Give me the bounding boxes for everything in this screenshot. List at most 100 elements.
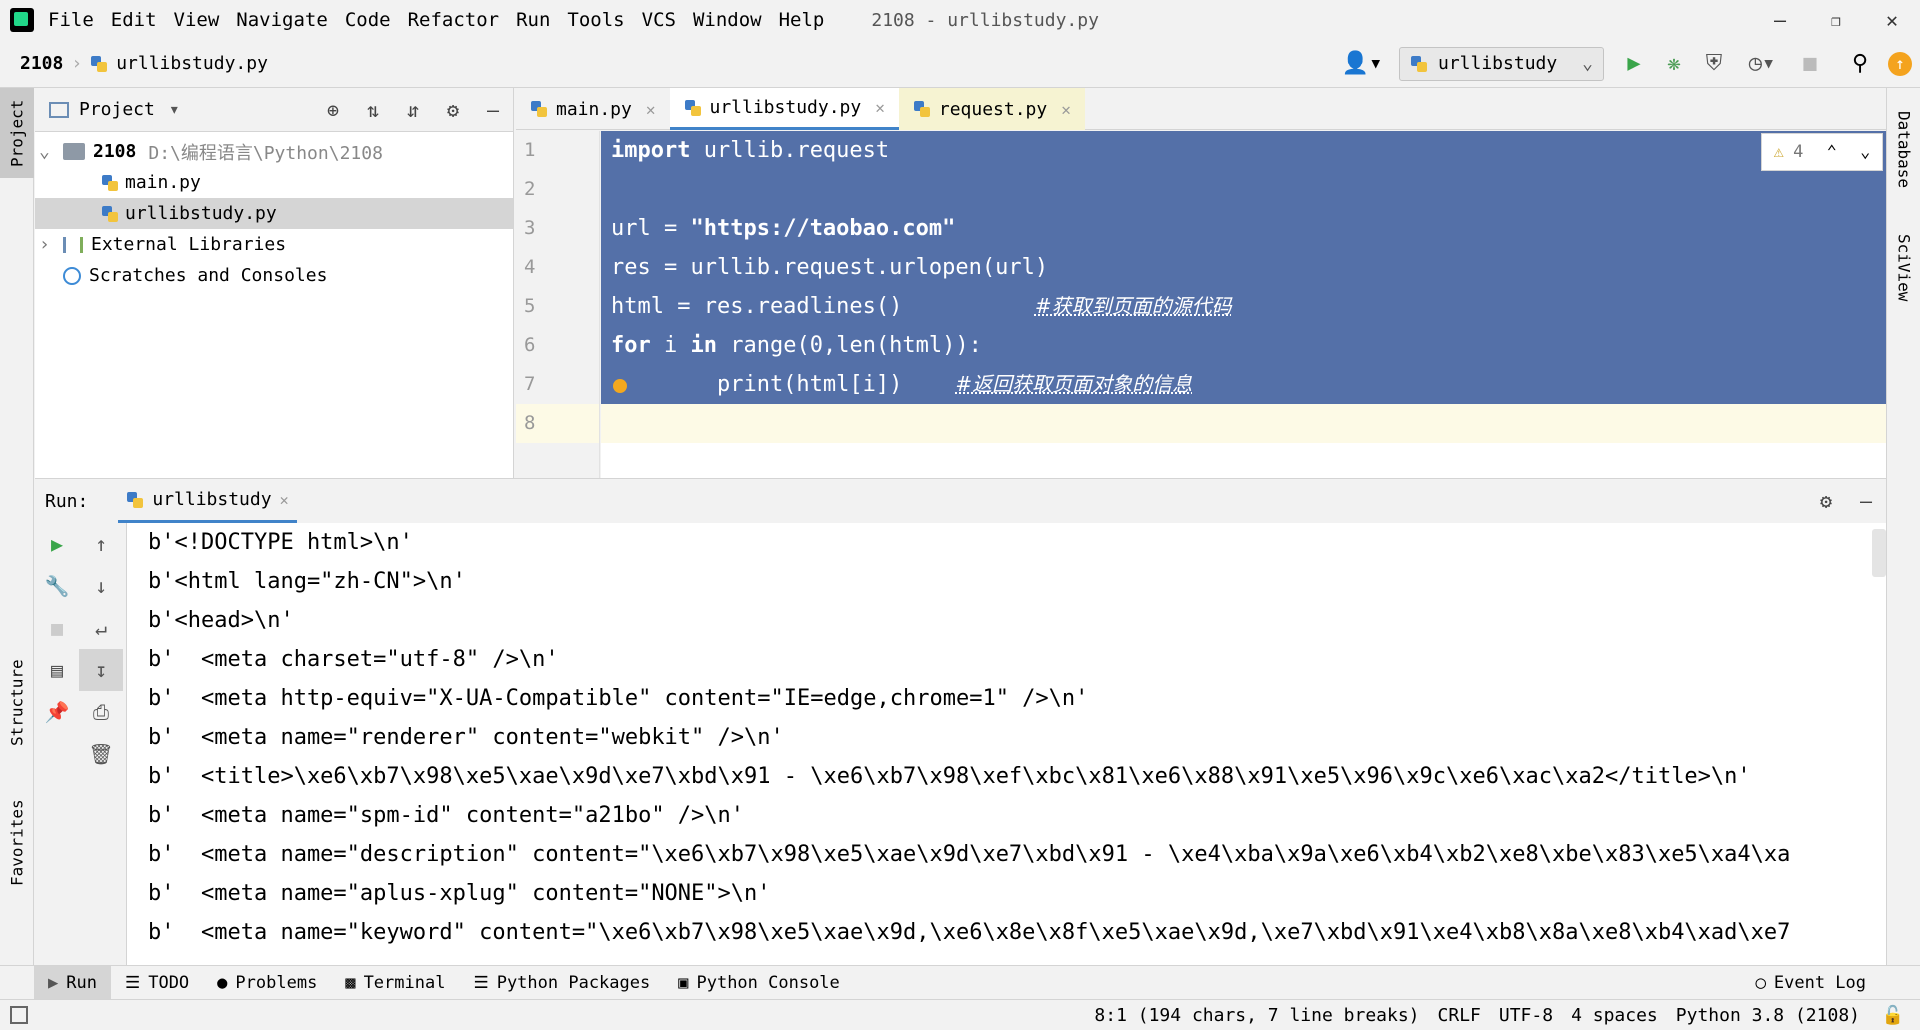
tab-label: urllibstudy.py bbox=[709, 97, 862, 118]
tree-root-folder[interactable]: ⌄ 2108 D:\编程语言\Python\2108 bbox=[35, 136, 513, 167]
layout-toggle-icon[interactable] bbox=[10, 1006, 28, 1024]
menu-help[interactable]: Help bbox=[779, 9, 825, 31]
line-number: 4 bbox=[524, 256, 536, 278]
run-tab[interactable]: urllibstudy ✕ bbox=[118, 479, 297, 523]
tab-urllibstudy-py[interactable]: urllibstudy.py ✕ bbox=[669, 88, 899, 130]
menu-code[interactable]: Code bbox=[345, 9, 391, 31]
tree-external-libraries[interactable]: › External Libraries bbox=[35, 229, 513, 260]
soft-wrap-icon[interactable]: ↵ bbox=[79, 607, 123, 649]
update-icon[interactable]: ↑ bbox=[1880, 44, 1920, 84]
tree-file-main[interactable]: main.py bbox=[35, 167, 513, 198]
line-separator[interactable]: CRLF bbox=[1438, 1005, 1481, 1026]
scroll-to-end-icon[interactable]: ↧ bbox=[79, 649, 123, 691]
code-editor[interactable]: import urllib.request url = "https://tao… bbox=[601, 131, 1886, 478]
chevron-down-icon[interactable]: ⌄ bbox=[39, 141, 63, 162]
minimize-button[interactable]: – bbox=[1752, 0, 1808, 40]
profile-icon[interactable]: ◷▾ bbox=[1734, 44, 1790, 84]
caret-position[interactable]: 8:1 (194 chars, 7 line breaks) bbox=[1094, 1005, 1419, 1026]
wrench-icon[interactable]: 🔧 bbox=[35, 565, 79, 607]
breadcrumb-project[interactable]: 2108 bbox=[20, 53, 63, 74]
stop-icon[interactable]: ■ bbox=[1790, 44, 1830, 84]
menu-edit[interactable]: Edit bbox=[111, 9, 157, 31]
arrow-down-icon[interactable]: ↓ bbox=[79, 565, 123, 607]
chevron-down-icon[interactable]: ▾ bbox=[169, 99, 180, 120]
debug-icon[interactable]: ❋ bbox=[1654, 44, 1694, 84]
close-window-button[interactable]: ✕ bbox=[1864, 0, 1920, 40]
inspection-widget[interactable]: ⚠ 4 ⌃ ⌄ bbox=[1761, 133, 1883, 171]
close-tab-icon[interactable]: ✕ bbox=[280, 491, 289, 509]
menu-refactor[interactable]: Refactor bbox=[408, 9, 500, 31]
database-tool-tab[interactable]: Database bbox=[1887, 100, 1920, 200]
tree-file-urllibstudy[interactable]: urllibstudy.py bbox=[35, 198, 513, 229]
menu-file[interactable]: File bbox=[48, 9, 94, 31]
run-icon[interactable]: ▶ bbox=[1614, 44, 1654, 84]
file-encoding[interactable]: UTF-8 bbox=[1499, 1005, 1553, 1026]
code-line[interactable]: import urllib.request bbox=[601, 131, 1886, 170]
user-icon[interactable]: 👤▾ bbox=[1337, 44, 1387, 84]
tree-scratches[interactable]: Scratches and Consoles bbox=[35, 260, 513, 291]
collapse-all-icon[interactable]: ⇵ bbox=[393, 90, 433, 130]
hide-icon[interactable]: — bbox=[473, 90, 513, 130]
console-output[interactable]: b'<!DOCTYPE html>\n' b'<html lang="zh-CN… bbox=[128, 523, 1886, 966]
trash-icon[interactable]: 🗑 bbox=[79, 733, 123, 775]
project-tool-tab[interactable]: Project bbox=[0, 88, 34, 178]
intention-bulb-icon[interactable] bbox=[613, 379, 627, 393]
tab-main-py[interactable]: main.py ✕ bbox=[516, 88, 670, 130]
stop-icon[interactable]: ■ bbox=[35, 607, 79, 649]
layout-icon[interactable]: ▤ bbox=[35, 649, 79, 691]
python-console-icon: ▣ bbox=[678, 972, 689, 993]
gear-icon[interactable]: ⚙ bbox=[1806, 481, 1846, 521]
code-line-current[interactable] bbox=[601, 404, 1886, 443]
code-line[interactable]: print(html[i]) #返回获取页面对象的信息 bbox=[601, 365, 1886, 404]
breadcrumb-file[interactable]: urllibstudy.py bbox=[116, 53, 268, 74]
lock-icon[interactable]: 🔓 bbox=[1882, 1005, 1904, 1026]
gear-icon[interactable]: ⚙ bbox=[433, 90, 473, 130]
close-tab-icon[interactable]: ✕ bbox=[1061, 100, 1071, 119]
tool-tab-terminal[interactable]: ▩ Terminal bbox=[331, 966, 459, 1000]
indent-setting[interactable]: 4 spaces bbox=[1571, 1005, 1658, 1026]
code-line[interactable]: res = urllib.request.urlopen(url) bbox=[601, 248, 1886, 287]
menu-vcs[interactable]: VCS bbox=[642, 9, 676, 31]
string-literal: "https://taobao.com" bbox=[690, 216, 956, 241]
tool-tab-run[interactable]: ▶ Run bbox=[34, 965, 111, 1000]
tool-tab-python-packages[interactable]: ☰ Python Packages bbox=[459, 966, 664, 1000]
menu-window[interactable]: Window bbox=[693, 9, 762, 31]
python-interpreter[interactable]: Python 3.8 (2108) bbox=[1676, 1005, 1860, 1026]
run-configuration-select[interactable]: urllibstudy ⌄ bbox=[1399, 46, 1604, 81]
line-number-gutter[interactable]: 1 2 3 4 5 6 7 8 bbox=[516, 131, 600, 478]
code-line[interactable]: url = "https://taobao.com" bbox=[601, 209, 1886, 248]
coverage-icon[interactable]: ⛨ bbox=[1694, 44, 1734, 84]
tab-request-py[interactable]: request.py ✕ bbox=[898, 88, 1085, 130]
console-scrollbar[interactable] bbox=[1872, 529, 1886, 577]
tool-tab-python-console[interactable]: ▣ Python Console bbox=[664, 966, 854, 1000]
next-highlight-icon[interactable]: ⌄ bbox=[1860, 142, 1870, 162]
close-tab-icon[interactable]: ✕ bbox=[646, 100, 656, 119]
output-line: b' <meta name="description" content="\xe… bbox=[148, 842, 1791, 867]
tool-tab-todo[interactable]: ☰ TODO bbox=[111, 966, 203, 1000]
restore-button[interactable]: ❐ bbox=[1808, 0, 1864, 40]
project-panel-title[interactable]: Project bbox=[79, 99, 155, 120]
search-icon[interactable]: ⚲ bbox=[1840, 44, 1880, 84]
code-line[interactable]: for i in range(0,len(html)): bbox=[601, 326, 1886, 365]
structure-tool-tab[interactable]: Structure bbox=[0, 648, 34, 758]
sciview-tool-tab[interactable]: SciView bbox=[1887, 218, 1920, 318]
menu-navigate[interactable]: Navigate bbox=[236, 9, 328, 31]
rerun-icon[interactable]: ▶ bbox=[35, 523, 79, 565]
print-icon[interactable]: ⎙ bbox=[79, 691, 123, 733]
code-line[interactable] bbox=[601, 170, 1886, 209]
tool-tab-event-log[interactable]: ◯ Event Log bbox=[1742, 966, 1880, 1000]
pin-icon[interactable]: 📌 bbox=[35, 691, 79, 733]
chevron-right-icon[interactable]: › bbox=[39, 234, 63, 255]
expand-all-icon[interactable]: ⇅ bbox=[353, 90, 393, 130]
hide-icon[interactable]: — bbox=[1846, 481, 1886, 521]
locate-icon[interactable]: ⊕ bbox=[313, 90, 353, 130]
arrow-up-icon[interactable]: ↑ bbox=[79, 523, 123, 565]
tool-tab-problems[interactable]: ● Problems bbox=[203, 966, 331, 1000]
menu-view[interactable]: View bbox=[174, 9, 220, 31]
favorites-tool-tab[interactable]: Favorites bbox=[0, 788, 34, 898]
menu-run[interactable]: Run bbox=[516, 9, 550, 31]
code-line[interactable]: html = res.readlines() #获取到页面的源代码 bbox=[601, 287, 1886, 326]
previous-highlight-icon[interactable]: ⌃ bbox=[1827, 142, 1837, 162]
menu-tools[interactable]: Tools bbox=[567, 9, 624, 31]
close-tab-icon[interactable]: ✕ bbox=[875, 98, 885, 117]
